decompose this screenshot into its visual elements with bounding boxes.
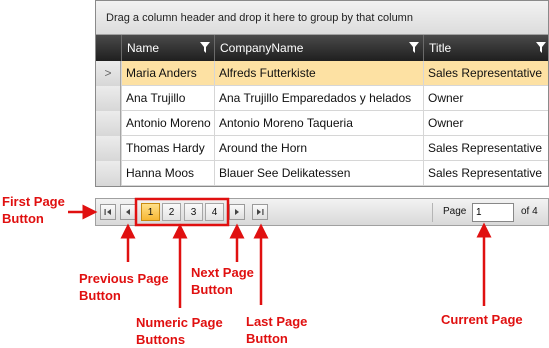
- last-page-icon: [257, 209, 264, 215]
- column-header-label: Name: [127, 41, 160, 55]
- cell-title[interactable]: Sales Representative: [423, 61, 548, 85]
- next-page-icon: [235, 209, 239, 215]
- row-indicator[interactable]: [96, 86, 121, 111]
- annotation-line: Numeric Page: [136, 315, 223, 330]
- row-indicator[interactable]: [96, 136, 121, 161]
- annotation-line: Next Page: [191, 265, 254, 280]
- annotation-line: Button: [191, 282, 233, 297]
- header-row: Name CompanyName Title: [96, 35, 548, 61]
- cell-name[interactable]: Ana Trujillo: [121, 86, 214, 110]
- table-row[interactable]: Antonio Moreno Antonio Moreno Taqueria O…: [96, 111, 548, 136]
- column-header-companyname[interactable]: CompanyName: [214, 35, 423, 61]
- previous-page-annotation: Previous Page Button: [79, 270, 169, 304]
- cell-company[interactable]: Antonio Moreno Taqueria: [214, 111, 423, 135]
- column-header-label: Title: [429, 41, 452, 55]
- first-page-button[interactable]: [100, 204, 116, 220]
- cell-title[interactable]: Sales Representative: [423, 136, 548, 160]
- previous-page-button[interactable]: [120, 204, 136, 220]
- table-row[interactable]: Hanna Moos Blauer See Delikatessen Sales…: [96, 161, 548, 186]
- annotation-line: Button: [79, 288, 121, 303]
- next-page-button[interactable]: [229, 204, 245, 220]
- cell-name[interactable]: Thomas Hardy: [121, 136, 214, 160]
- group-panel[interactable]: Drag a column header and drop it here to…: [96, 1, 548, 35]
- cell-company[interactable]: Ana Trujillo Emparedados y helados: [214, 86, 423, 110]
- cell-company[interactable]: Alfreds Futterkiste: [214, 61, 423, 85]
- table-row[interactable]: > Maria Anders Alfreds Futterkiste Sales…: [96, 61, 548, 86]
- filter-icon[interactable]: [536, 42, 546, 53]
- next-page-annotation: Next Page Button: [191, 264, 254, 298]
- cell-company[interactable]: Around the Horn: [214, 136, 423, 160]
- table-row[interactable]: Ana Trujillo Ana Trujillo Emparedados y …: [96, 86, 548, 111]
- page-label: Page: [443, 206, 467, 217]
- annotation-line: Current Page: [441, 312, 523, 327]
- first-page-icon: [104, 209, 111, 215]
- filter-icon[interactable]: [200, 42, 210, 53]
- annotation-line: First Page: [2, 194, 65, 209]
- filter-icon[interactable]: [409, 42, 419, 53]
- cell-title[interactable]: Sales Representative: [423, 161, 548, 185]
- page-number-button-3[interactable]: 3: [184, 203, 203, 221]
- pager-separator: [432, 203, 433, 222]
- row-indicator[interactable]: [96, 111, 121, 136]
- column-header-name[interactable]: Name: [121, 35, 214, 61]
- last-page-button[interactable]: [252, 204, 268, 220]
- page-number-button-4[interactable]: 4: [205, 203, 224, 221]
- data-grid: Drag a column header and drop it here to…: [95, 0, 549, 187]
- last-page-annotation: Last Page Button: [246, 313, 307, 347]
- current-page-input[interactable]: [472, 203, 514, 222]
- annotation-line: Previous Page: [79, 271, 169, 286]
- pager: 1 2 3 4 Page of 4: [95, 198, 549, 226]
- table-row[interactable]: Thomas Hardy Around the Horn Sales Repre…: [96, 136, 548, 161]
- annotation-line: Buttons: [136, 332, 186, 347]
- annotation-line: Button: [2, 211, 44, 226]
- row-indicator[interactable]: >: [96, 61, 121, 86]
- cell-company[interactable]: Blauer See Delikatessen: [214, 161, 423, 185]
- cell-title[interactable]: Owner: [423, 111, 548, 135]
- cell-title[interactable]: Owner: [423, 86, 548, 110]
- cell-name[interactable]: Maria Anders: [121, 61, 214, 85]
- annotation-line: Button: [246, 331, 288, 346]
- page-count-label: of 4: [521, 206, 538, 217]
- row-indicator[interactable]: [96, 161, 121, 186]
- cell-name[interactable]: Hanna Moos: [121, 161, 214, 185]
- first-page-annotation: First Page Button: [2, 193, 65, 227]
- previous-page-icon: [126, 209, 130, 215]
- page-number-button-1[interactable]: 1: [141, 203, 160, 221]
- header-indicator-cell: [96, 35, 121, 61]
- numeric-buttons-annotation: Numeric Page Buttons: [136, 314, 223, 348]
- cell-name[interactable]: Antonio Moreno: [121, 111, 214, 135]
- annotation-line: Last Page: [246, 314, 308, 329]
- page-number-button-2[interactable]: 2: [162, 203, 181, 221]
- column-header-label: CompanyName: [220, 41, 304, 55]
- current-page-annotation: Current Page: [441, 311, 523, 328]
- column-header-title[interactable]: Title: [423, 35, 548, 61]
